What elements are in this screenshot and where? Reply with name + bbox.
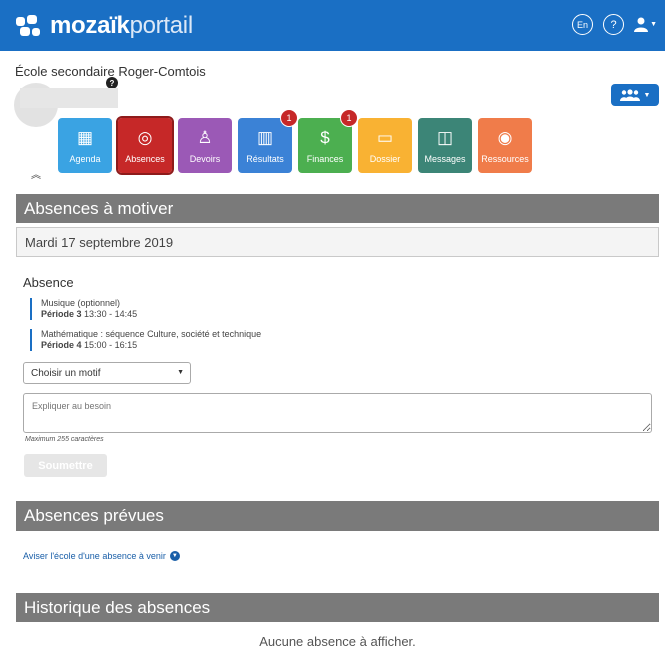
results-bar-chart-icon: ▥ [256,127,274,147]
module-label: Agenda [69,153,101,164]
help-button[interactable]: ? [603,14,625,35]
module-label: Devoirs [189,153,221,164]
user-menu-button[interactable]: ▼ [634,17,657,32]
notify-school-link-label: Aviser l'école d'une absence à venir [23,551,166,561]
reason-select-value: Choisir un motif [31,367,101,379]
course-time: 13:30 - 14:45 [84,309,138,319]
absence-course-item: Musique (optionnel) Période 3 13:30 - 14… [30,298,137,320]
module-tile-finances[interactable]: $ Finances 1 [298,109,358,173]
module-label: Dossier [369,153,401,164]
user-icon [634,17,649,32]
section-header-absences-to-justify: Absences à motiver [16,194,659,223]
course-time: 15:00 - 16:15 [84,340,138,350]
brand-name: mozaïkportail [50,11,193,39]
course-period: Période 3 [41,309,82,319]
finances-dollar-icon: $ [320,127,330,147]
absence-title: Absence [23,275,74,290]
mozaik-logo-icon [16,14,42,37]
caret-down-icon: ▼ [177,369,184,376]
module-label: Absences [125,153,165,164]
explanation-textarea[interactable] [23,393,652,433]
module-label: Finances [306,153,344,164]
submit-button[interactable]: Soumettre [24,454,107,477]
module-tile-résultats[interactable]: ▥ Résultats 1 [238,109,298,173]
absence-course-item: Mathématique : séquence Culture, société… [30,329,261,351]
course-name: Mathématique : séquence Culture, société… [41,329,262,339]
module-tile-messages[interactable]: ◫ Messages [418,118,472,173]
messages-icon: ◫ [436,127,454,147]
reason-select[interactable]: Choisir un motif ▼ [23,362,191,384]
language-toggle-button[interactable]: En [572,14,594,35]
module-tile-devoirs[interactable]: ♙ Devoirs [178,118,232,173]
module-tiles: ▦ Agenda ◎ Absences ♙ Devoirs ▥ Résultats 1 $ Fina… [58,109,532,175]
children-switch-button[interactable]: ▼ [611,84,659,106]
module-tile-agenda[interactable]: ▦ Agenda [58,118,112,173]
chevron-down-icon: ▼ [650,21,657,28]
section-header-absence-history: Historique des absences [16,593,659,622]
student-name-redacted [20,88,118,108]
absences-icon: ◎ [137,127,153,147]
course-name: Musique (optionnel) [41,298,121,308]
chevron-down-circle-icon: ▼ [169,551,180,561]
module-tile-absences[interactable]: ◎ Absences [116,116,174,175]
homework-icon: ♙ [197,127,213,147]
chevron-down-icon: ▼ [643,91,651,99]
module-label: Résultats [246,153,284,164]
family-icon [619,89,640,101]
module-tile-ressources[interactable]: ◉ Ressources [478,118,532,173]
calendar-icon: ▦ [76,127,94,147]
module-label: Messages [424,153,466,164]
max-characters-hint: Maximum 255 caractères [25,436,104,443]
absence-date: Mardi 17 septembre 2019 [16,227,659,257]
history-empty-message: Aucune absence à afficher. [259,634,416,649]
notification-badge: 1 [340,109,358,127]
folder-icon: ▭ [376,127,394,147]
notification-badge: 1 [280,109,298,127]
course-period: Période 4 [41,340,82,350]
mozaik-logo[interactable]: mozaïkportail [16,12,193,40]
section-header-planned-absences: Absences prévues [16,501,659,531]
module-label: Ressources [481,153,529,164]
module-tile-dossier[interactable]: ▭ Dossier [358,118,412,173]
collapse-modules-icon[interactable]: ︽ [31,166,41,181]
top-navigation-bar: mozaïkportail En ? ▼ [0,0,665,51]
notify-school-link[interactable]: Aviser l'école d'une absence à venir ▼ [23,551,180,561]
resources-icon: ◉ [497,127,513,147]
